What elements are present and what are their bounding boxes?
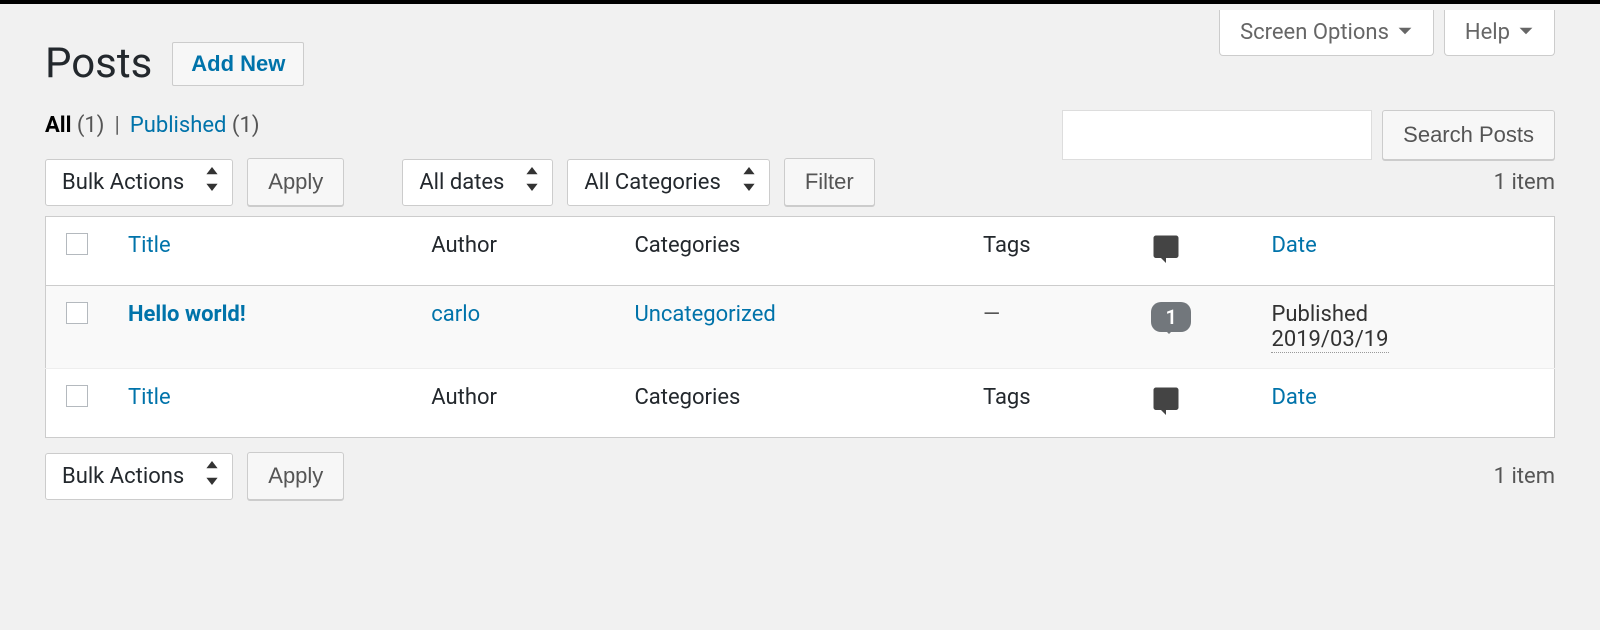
updown-icon — [204, 167, 220, 197]
col-tags-foot: Tags — [963, 369, 1131, 438]
comments-icon — [1151, 244, 1181, 269]
dates-select[interactable]: All dates — [402, 159, 553, 206]
row-checkbox[interactable] — [66, 302, 88, 324]
updown-icon — [524, 167, 540, 197]
date-status: Published — [1271, 302, 1534, 327]
col-tags: Tags — [963, 217, 1131, 286]
search-input[interactable] — [1062, 110, 1372, 160]
screen-options-tab[interactable]: Screen Options — [1219, 10, 1434, 56]
search-posts-button[interactable]: Search Posts — [1382, 110, 1555, 160]
col-categories-foot: Categories — [614, 369, 963, 438]
separator: | — [114, 113, 119, 138]
comment-count-bubble[interactable]: 1 — [1151, 302, 1190, 332]
post-title-link[interactable]: Hello world! — [128, 302, 246, 327]
author-link[interactable]: carlo — [431, 302, 480, 327]
view-published[interactable]: Published (1) — [130, 113, 260, 138]
col-author-foot: Author — [411, 369, 614, 438]
col-title[interactable]: Title — [128, 233, 171, 258]
help-label: Help — [1465, 20, 1510, 45]
apply-button-top[interactable]: Apply — [247, 158, 344, 206]
help-tab[interactable]: Help — [1444, 10, 1555, 56]
tablenav-bottom: Bulk Actions Apply 1 item — [45, 452, 1555, 500]
select-all-checkbox-top[interactable] — [66, 233, 88, 255]
table-row: Hello world! carlo Uncategorized — 1 Pub… — [46, 286, 1555, 369]
updown-icon — [204, 461, 220, 491]
comments-icon — [1151, 396, 1181, 421]
view-all[interactable]: All (1) — [45, 113, 104, 138]
search-box: Search Posts — [1062, 110, 1555, 160]
apply-button-bottom[interactable]: Apply — [247, 452, 344, 500]
page-title: Posts — [45, 39, 152, 88]
col-author: Author — [411, 217, 614, 286]
category-link[interactable]: Uncategorized — [634, 302, 775, 327]
caret-down-icon — [1397, 20, 1413, 45]
posts-table: Title Author Categories Tags Date Hello … — [45, 216, 1555, 438]
categories-select[interactable]: All Categories — [567, 159, 769, 206]
bulk-actions-select[interactable]: Bulk Actions — [45, 159, 233, 206]
bulk-actions-select-bottom[interactable]: Bulk Actions — [45, 453, 233, 500]
items-count-bottom: 1 item — [1494, 464, 1555, 489]
select-all-checkbox-bottom[interactable] — [66, 385, 88, 407]
date-value: 2019/03/19 — [1271, 327, 1388, 353]
tags-value: — — [983, 302, 1000, 327]
col-title-foot[interactable]: Title — [128, 385, 171, 410]
col-date-foot[interactable]: Date — [1271, 385, 1316, 410]
screen-options-label: Screen Options — [1240, 20, 1389, 45]
filter-button[interactable]: Filter — [784, 158, 875, 206]
updown-icon — [741, 167, 757, 197]
add-new-button[interactable]: Add New — [172, 42, 304, 86]
col-date[interactable]: Date — [1271, 233, 1316, 258]
items-count-top: 1 item — [1494, 170, 1555, 195]
tablenav-top: Bulk Actions Apply All dates All Categor… — [45, 158, 1555, 206]
col-categories: Categories — [614, 217, 963, 286]
caret-down-icon — [1518, 20, 1534, 45]
